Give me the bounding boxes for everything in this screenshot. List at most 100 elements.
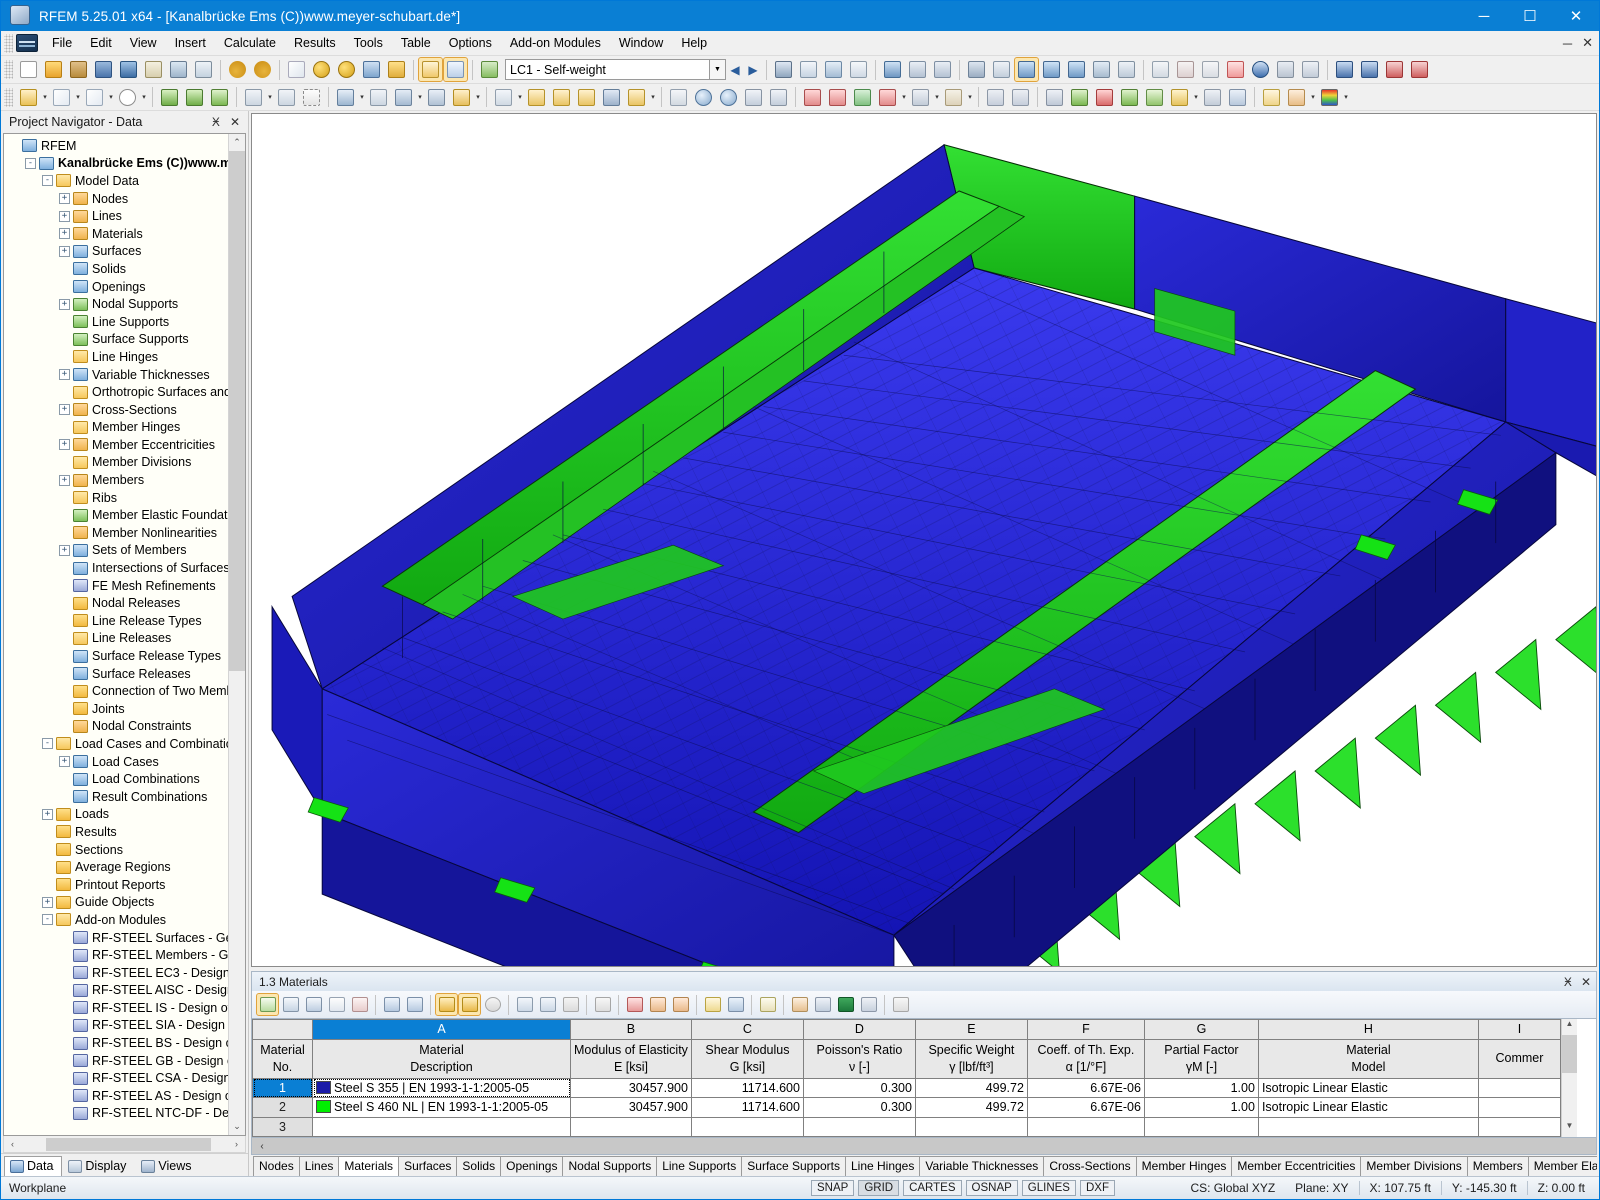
tree-expand-icon[interactable]: + (59, 246, 70, 257)
cell-E[interactable] (571, 1117, 692, 1137)
table-chart2-icon[interactable] (349, 994, 370, 1015)
tree-item-rf-steel-as-design-of-ste[interactable]: RF-STEEL AS - Design of ste (4, 1087, 228, 1105)
tree-item-lines[interactable]: +Lines (4, 207, 228, 225)
tree-item-surface-releases[interactable]: Surface Releases (4, 665, 228, 683)
tree-item-surfaces[interactable]: +Surfaces (4, 243, 228, 261)
show-tables-icon[interactable] (419, 58, 442, 81)
column-letter-B[interactable]: B (571, 1020, 692, 1040)
tree-collapse-icon[interactable]: - (25, 158, 36, 169)
new-opening-icon[interactable] (367, 86, 390, 109)
tree-item-printout-reports[interactable]: Printout Reports (4, 876, 228, 894)
cell-gamma[interactable]: 499.72 (915, 1078, 1027, 1098)
cell-gammaM[interactable]: 1.00 (1144, 1098, 1258, 1118)
tree-collapse-icon[interactable]: - (42, 738, 53, 749)
results-solid-icon[interactable] (1093, 86, 1116, 109)
new-solid-dropdown-icon[interactable]: ▾ (416, 87, 424, 108)
tree-item-sets-of-members[interactable]: +Sets of Members (4, 542, 228, 560)
sheet-tab-cross-sections[interactable]: Cross-Sections (1043, 1156, 1136, 1176)
new-surface-support-icon[interactable] (300, 86, 323, 109)
measure-icon[interactable] (772, 58, 795, 81)
scroll-down-arrow-icon[interactable]: ⌄ (229, 1118, 245, 1135)
zoom-extents-icon[interactable] (742, 86, 765, 109)
print-preview-icon[interactable] (192, 58, 215, 81)
nodal-load-icon[interactable] (525, 86, 548, 109)
save-icon[interactable] (117, 58, 140, 81)
navigator-vertical-scrollbar[interactable]: ⌃ ⌄ (228, 134, 245, 1135)
table-shift-right-icon[interactable] (670, 994, 691, 1015)
tree-item-solids[interactable]: Solids (4, 260, 228, 278)
new-file-icon[interactable] (17, 58, 40, 81)
new-arc-icon[interactable] (116, 86, 139, 109)
tree-item-kanalbr-cke-ems-c-www-meyer[interactable]: -Kanalbrücke Ems (C))www.meyer (4, 155, 228, 173)
table-row[interactable]: 1Steel S 355 | EN 1993-1-1:2005-0530457.… (253, 1078, 1561, 1098)
dimension-icon[interactable] (797, 58, 820, 81)
tree-item-variable-thicknesses[interactable]: +Variable Thicknesses (4, 366, 228, 384)
table-redo-icon[interactable] (459, 994, 480, 1015)
new-line-type-icon[interactable] (83, 86, 106, 109)
new-rib-icon[interactable] (450, 86, 473, 109)
menu-item-view[interactable]: View (121, 33, 166, 53)
printout-report-icon[interactable] (1260, 86, 1283, 109)
grid-scroll-up-icon[interactable]: ▲ (1562, 1019, 1577, 1035)
menu-item-file[interactable]: File (43, 33, 81, 53)
tree-item-member-eccentricities[interactable]: +Member Eccentricities (4, 436, 228, 454)
load-case-select[interactable]: LC1 - Self-weight (505, 59, 710, 80)
tree-item-model-data[interactable]: -Model Data (4, 172, 228, 190)
navigator-tab-data[interactable]: Data (4, 1156, 62, 1176)
import-load-case-icon[interactable] (478, 58, 501, 81)
show-solids-icon[interactable] (1040, 58, 1063, 81)
table-add-icon[interactable] (514, 994, 535, 1015)
results-grid-dropdown-icon[interactable]: ▾ (1192, 87, 1200, 108)
status-toggle-glines[interactable]: GLINES (1022, 1180, 1076, 1196)
edit-lines-icon[interactable] (285, 58, 308, 81)
sheet-tab-nodal-supports[interactable]: Nodal Supports (562, 1156, 657, 1176)
calc-params-icon[interactable] (1009, 86, 1032, 109)
new-line-support-icon[interactable] (275, 86, 298, 109)
tree-item-loads[interactable]: +Loads (4, 806, 228, 824)
maximize-button[interactable]: ☐ (1507, 1, 1553, 31)
tree-item-openings[interactable]: Openings (4, 278, 228, 296)
deselect-icon[interactable] (385, 58, 408, 81)
menu-item-results[interactable]: Results (285, 33, 345, 53)
sheet-tab-materials[interactable]: Materials (338, 1156, 399, 1176)
properties-icon[interactable] (1274, 58, 1297, 81)
tree-item-member-elastic-foundation[interactable]: Member Elastic Foundation (4, 506, 228, 524)
zoom-out-icon[interactable] (717, 86, 740, 109)
table-units-icon[interactable] (890, 994, 911, 1015)
tree-item-orthotropic-surfaces-and-m[interactable]: Orthotropic Surfaces and M (4, 383, 228, 401)
cell-nu[interactable]: 0.300 (803, 1098, 915, 1118)
rotate-view-icon[interactable] (909, 86, 932, 109)
sheet-tab-surface-supports[interactable]: Surface Supports (741, 1156, 846, 1176)
new-nodal-support-icon[interactable] (242, 86, 265, 109)
new-line-icon[interactable] (50, 86, 73, 109)
tree-item-members[interactable]: +Members (4, 471, 228, 489)
cell-E[interactable]: 30457.900 (571, 1078, 692, 1098)
view-in-z-icon[interactable] (851, 86, 874, 109)
status-toggle-cartes[interactable]: CARTES (903, 1180, 961, 1196)
sheet-tab-surfaces[interactable]: Surfaces (398, 1156, 457, 1176)
column-letter-E[interactable]: E (915, 1020, 1027, 1040)
tree-item-rf-steel-bs-design-of-ste[interactable]: RF-STEEL BS - Design of ste (4, 1034, 228, 1052)
new-arc-dropdown-icon[interactable]: ▾ (140, 87, 148, 108)
sheet-tab-members[interactable]: Members (1467, 1156, 1529, 1176)
tree-collapse-icon[interactable]: - (42, 914, 53, 925)
print-graphic-dropdown-icon[interactable]: ▾ (1309, 87, 1317, 108)
table-next-col-icon[interactable] (404, 994, 425, 1015)
tree-expand-icon[interactable]: + (59, 369, 70, 380)
color-scale-dropdown-icon[interactable]: ▾ (1342, 87, 1350, 108)
sheet-tab-line-supports[interactable]: Line Supports (656, 1156, 742, 1176)
navigator-pin-icon[interactable]: Ӿ (212, 115, 220, 129)
material-description-cell[interactable] (313, 1117, 571, 1137)
column-letter-no[interactable] (253, 1020, 313, 1040)
row-number[interactable]: 1 (253, 1078, 313, 1098)
tree-item-surface-supports[interactable]: Surface Supports (4, 331, 228, 349)
new-cross-section-icon[interactable] (183, 86, 206, 109)
cell-E[interactable]: 30457.900 (571, 1098, 692, 1118)
table-insert-row-icon[interactable] (280, 994, 301, 1015)
menu-item-table[interactable]: Table (392, 33, 440, 53)
calculate-icon[interactable] (984, 86, 1007, 109)
material-description-cell[interactable]: Steel S 355 | EN 1993-1-1:2005-05 (313, 1078, 571, 1098)
rotate-icon[interactable] (1174, 58, 1197, 81)
fe-mesh-icon[interactable] (906, 58, 929, 81)
new-node-icon[interactable] (17, 86, 40, 109)
